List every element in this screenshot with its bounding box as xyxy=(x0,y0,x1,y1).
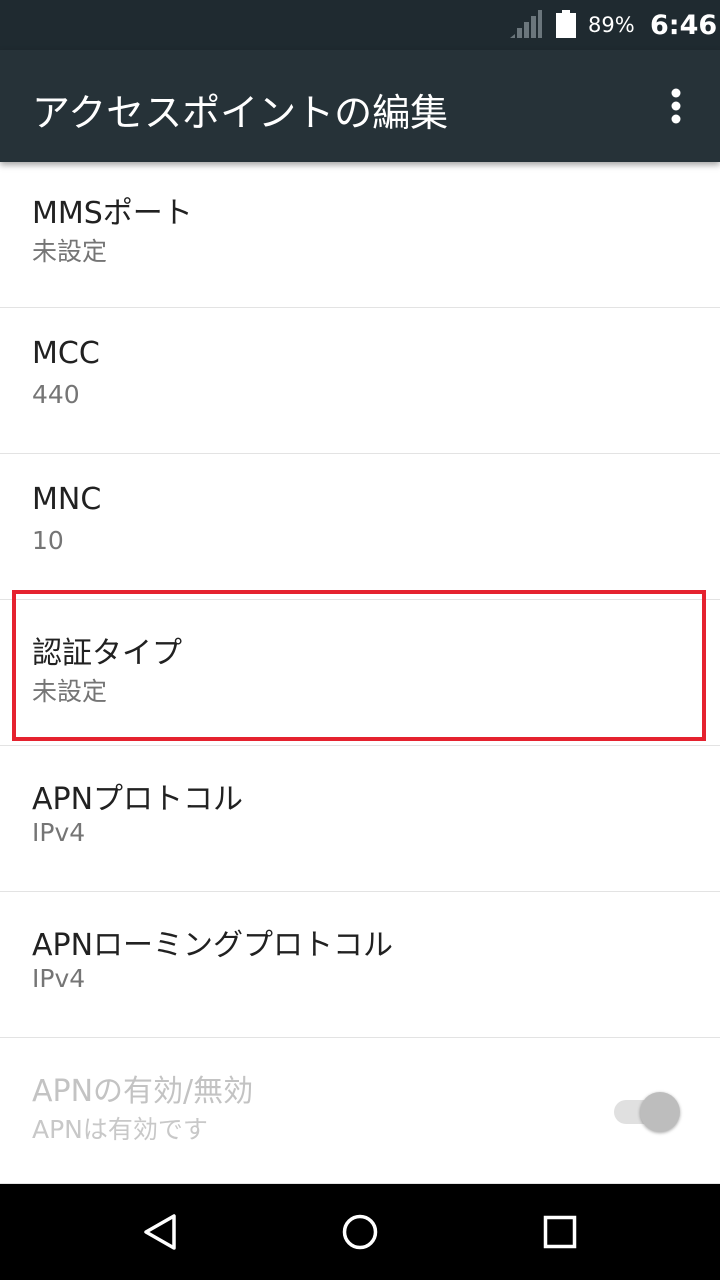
page-title: アクセスポイントの編集 xyxy=(32,91,449,135)
overflow-menu-button[interactable] xyxy=(652,80,700,132)
setting-apn-protocol[interactable]: APNプロトコル IPv4 xyxy=(0,746,720,892)
back-button[interactable] xyxy=(136,1208,184,1256)
setting-mnc[interactable]: MNC 10 xyxy=(0,454,720,600)
setting-mms-port[interactable]: MMSポート 未設定 xyxy=(0,162,720,308)
setting-label: MCC xyxy=(32,336,100,371)
status-bar: 89% 6:46 xyxy=(0,0,720,50)
setting-value: APNは有効です xyxy=(32,1115,208,1144)
signal-icon xyxy=(510,10,542,38)
navigation-bar xyxy=(0,1184,720,1280)
home-button[interactable] xyxy=(336,1208,384,1256)
setting-mcc[interactable]: MCC 440 xyxy=(0,308,720,454)
setting-value: 未設定 xyxy=(32,677,108,706)
setting-value: IPv4 xyxy=(32,964,86,993)
setting-value: 10 xyxy=(32,526,64,555)
setting-apn-enable: APNの有効/無効 APNは有効です xyxy=(0,1038,720,1184)
settings-list: MMSポート 未設定 MCC 440 MNC 10 認証タイプ 未設定 APNプ… xyxy=(0,162,720,1184)
setting-label: MMSポート xyxy=(32,196,193,231)
toggle-thumb xyxy=(640,1092,680,1132)
setting-label: APNプロトコル xyxy=(32,782,244,817)
setting-apn-roaming-protocol[interactable]: APNローミングプロトコル IPv4 xyxy=(0,892,720,1038)
setting-label: APNの有効/無効 xyxy=(32,1074,254,1109)
setting-value: 440 xyxy=(32,380,80,409)
status-clock: 6:46 xyxy=(650,10,718,41)
apn-enable-toggle xyxy=(612,1090,682,1132)
app-bar: アクセスポイントの編集 xyxy=(0,50,720,162)
battery-icon xyxy=(556,10,576,38)
setting-auth-type[interactable]: 認証タイプ 未設定 xyxy=(0,600,720,746)
back-icon xyxy=(144,1214,176,1250)
setting-label: 認証タイプ xyxy=(32,636,182,671)
setting-value: IPv4 xyxy=(32,818,86,847)
setting-label: MNC xyxy=(32,482,102,517)
setting-label: APNローミングプロトコル xyxy=(32,928,394,963)
battery-percent: 89% xyxy=(588,13,635,37)
recents-icon xyxy=(543,1215,577,1249)
setting-value: 未設定 xyxy=(32,237,108,266)
recents-button[interactable] xyxy=(536,1208,584,1256)
more-vert-icon xyxy=(671,88,681,124)
home-icon xyxy=(342,1214,378,1250)
